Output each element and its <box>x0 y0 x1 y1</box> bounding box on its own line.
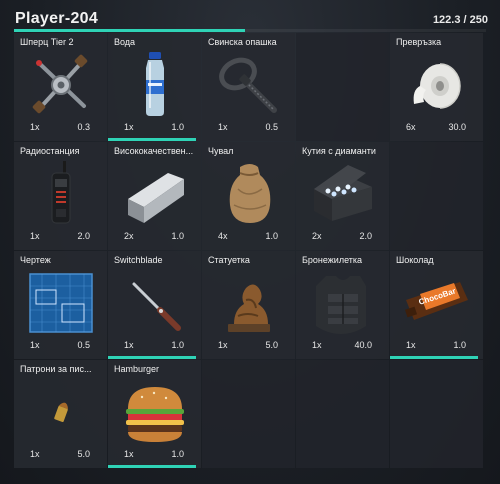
item-weight: 1.0 <box>171 340 184 350</box>
empty-inventory-slot[interactable] <box>390 142 483 250</box>
item-count: 1x <box>218 122 228 132</box>
inventory-slot-pistol-ammo[interactable]: Патрони за пис... 1x 5.0 <box>14 360 107 468</box>
inventory-slot-switchblade[interactable]: Switchblade 1x 1.0 <box>108 251 201 359</box>
item-count: 1x <box>30 231 40 241</box>
item-weight: 40.0 <box>354 340 372 350</box>
inventory-slot-sack[interactable]: Чувал 4x 1.0 <box>202 142 295 250</box>
weight-bar <box>14 29 486 32</box>
item-count: 1x <box>218 340 228 350</box>
radio-icon <box>26 159 96 227</box>
inventory-slot-bandage-roll[interactable]: Превръзка 6x 30.0 <box>390 33 483 141</box>
item-name: Бронежилетка <box>302 255 363 265</box>
item-weight: 0.5 <box>265 122 278 132</box>
item-weight: 5.0 <box>77 449 90 459</box>
chocolate-bar-icon: ChocoBar <box>402 268 472 336</box>
item-weight: 1.0 <box>453 340 466 350</box>
inventory-slot-statuette[interactable]: Статуетка 1x 5.0 <box>202 251 295 359</box>
inventory-slot-body-armor[interactable]: Бронежилетка 1x 40.0 <box>296 251 389 359</box>
item-count: 1x <box>30 449 40 459</box>
diamond-box-icon <box>308 159 378 227</box>
player-name: Player-204 <box>15 10 99 27</box>
item-weight: 2.0 <box>359 231 372 241</box>
zip-tie-icon <box>214 50 284 118</box>
durability-bar <box>390 356 479 359</box>
item-name: Статуетка <box>208 255 250 265</box>
pistol-ammo-icon <box>26 377 96 445</box>
item-weight: 2.0 <box>77 231 90 241</box>
item-weight: 0.5 <box>77 340 90 350</box>
empty-inventory-slot[interactable] <box>202 360 295 468</box>
item-name: Патрони за пис... <box>20 364 92 374</box>
statuette-icon <box>214 268 284 336</box>
item-weight: 5.0 <box>265 340 278 350</box>
empty-inventory-slot[interactable] <box>296 360 389 468</box>
weight-readout: 122.3 / 250 <box>432 14 488 26</box>
item-count: 6x <box>406 122 416 132</box>
item-name: Свинска опашка <box>208 37 277 47</box>
empty-inventory-slot[interactable] <box>390 360 483 468</box>
item-count: 1x <box>30 122 40 132</box>
inventory-slot-radio[interactable]: Радиостанция 1x 2.0 <box>14 142 107 250</box>
item-name: Чертеж <box>20 255 51 265</box>
inventory-slot-steel-bar[interactable]: Висококачествен... 2x 1.0 <box>108 142 201 250</box>
item-count: 1x <box>124 122 134 132</box>
inventory-grid: Шперц Tier 2 1x 0.3 Вода 1x 1.0 Свинска … <box>14 33 483 468</box>
item-name: Кутия с диаманти <box>302 146 376 156</box>
item-count: 1x <box>124 340 134 350</box>
item-weight: 30.0 <box>448 122 466 132</box>
item-count: 2x <box>124 231 134 241</box>
item-weight: 1.0 <box>265 231 278 241</box>
inventory-slot-diamond-box[interactable]: Кутия с диаманти 2x 2.0 <box>296 142 389 250</box>
bandage-roll-icon <box>402 50 472 118</box>
body-armor-icon <box>308 268 378 336</box>
weight-bar-fill <box>14 29 246 32</box>
inventory-slot-zip-tie[interactable]: Свинска опашка 1x 0.5 <box>202 33 295 141</box>
item-count: 1x <box>312 340 322 350</box>
durability-bar <box>108 465 197 468</box>
item-weight: 1.0 <box>171 122 184 132</box>
item-count: 1x <box>406 340 416 350</box>
hamburger-icon <box>120 377 190 445</box>
water-bottle-icon <box>120 50 190 118</box>
inventory-slot-blueprint[interactable]: Чертеж 1x 0.5 <box>14 251 107 359</box>
inventory-slot-lockpick[interactable]: Шперц Tier 2 1x 0.3 <box>14 33 107 141</box>
item-weight: 1.0 <box>171 231 184 241</box>
item-name: Радиостанция <box>20 146 80 156</box>
item-name: Switchblade <box>114 255 163 265</box>
inventory-slot-water-bottle[interactable]: Вода 1x 1.0 <box>108 33 201 141</box>
lockpick-icon <box>26 50 96 118</box>
blueprint-icon <box>26 268 96 336</box>
item-name: Превръзка <box>396 37 442 47</box>
item-count: 1x <box>124 449 134 459</box>
durability-bar <box>108 356 197 359</box>
switchblade-icon <box>120 268 190 336</box>
item-name: Висококачествен... <box>114 146 194 156</box>
item-name: Hamburger <box>114 364 160 374</box>
inventory-slot-chocolate-bar[interactable]: Шоколад ChocoBar 1x 1.0 <box>390 251 483 359</box>
item-name: Шоколад <box>396 255 434 265</box>
item-count: 4x <box>218 231 228 241</box>
item-name: Чувал <box>208 146 234 156</box>
inventory-slot-hamburger[interactable]: Hamburger 1x 1.0 <box>108 360 201 468</box>
item-count: 2x <box>312 231 322 241</box>
item-name: Шперц Tier 2 <box>20 37 74 47</box>
steel-bar-icon <box>120 159 190 227</box>
sack-icon <box>214 159 284 227</box>
item-weight: 1.0 <box>171 449 184 459</box>
item-weight: 0.3 <box>77 122 90 132</box>
item-name: Вода <box>114 37 136 47</box>
empty-inventory-slot[interactable] <box>296 33 389 141</box>
item-count: 1x <box>30 340 40 350</box>
durability-bar <box>108 138 197 141</box>
inventory-header: Player-204 122.3 / 250 <box>0 0 500 36</box>
